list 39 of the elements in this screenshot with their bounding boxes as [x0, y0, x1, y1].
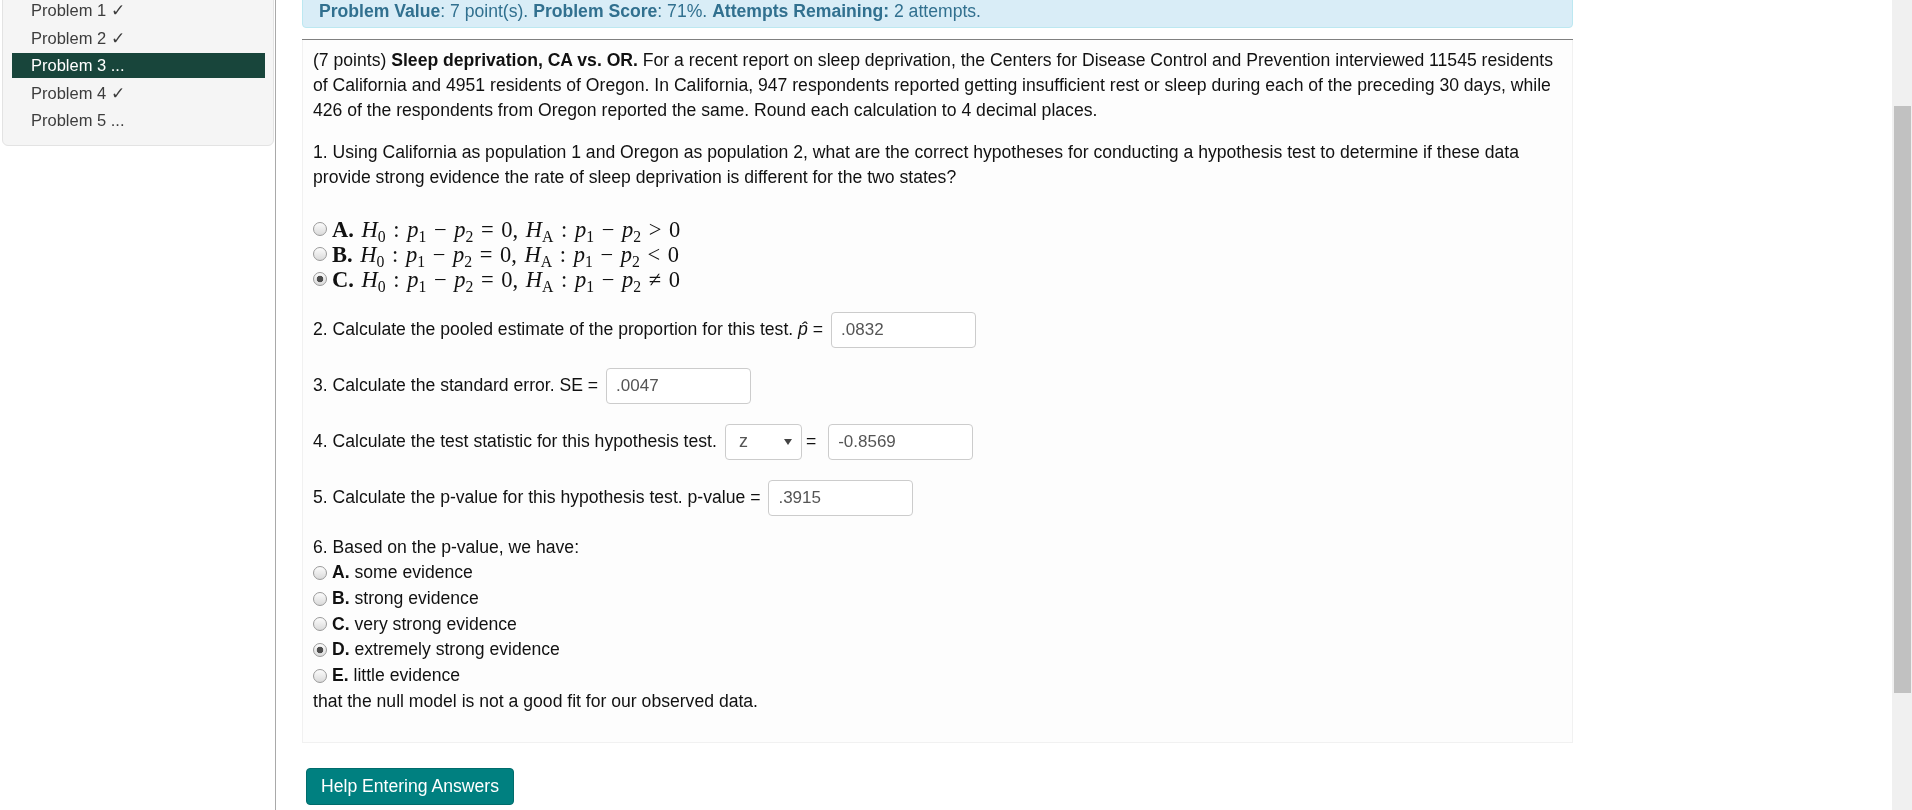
option-label: A. some evidence — [332, 561, 473, 585]
caret-icon — [783, 438, 792, 445]
radio-button[interactable] — [313, 591, 327, 606]
scrollbar-thumb[interactable] — [1894, 106, 1911, 693]
answer-field[interactable]: -0.8569 — [828, 423, 974, 460]
problem-link[interactable]: Problem 4 ✓ — [12, 80, 265, 106]
equals-sign: = — [805, 430, 817, 453]
radio-button[interactable] — [313, 222, 327, 236]
problem-link[interactable]: Problem 2 ✓ — [12, 25, 265, 51]
question-text: 5. Calculate the p-value for this hypothesis test. p-value = — [313, 486, 761, 509]
help-entering-answers-button[interactable]: Help Entering Answers — [306, 768, 514, 806]
option-label: E. little evidence — [332, 664, 461, 687]
radio-button[interactable] — [313, 247, 327, 261]
problem-status-text: Problem Value: 7 point(s). Problem Score: 71%. Attempts Remaining: 2 attempts. — [319, 1, 981, 21]
answer-field[interactable]: .0832 — [831, 311, 977, 348]
radio-button[interactable] — [313, 566, 327, 581]
radio-button[interactable] — [313, 643, 327, 658]
option-label: C. very strong evidence — [332, 612, 517, 636]
radio-button[interactable] — [313, 272, 327, 286]
option-label: B. strong evidence — [332, 586, 479, 610]
problem-link[interactable]: Problem 3 ... — [12, 53, 265, 78]
question-text: 4. Calculate the test statistic for this hypothesis test. — [313, 430, 717, 453]
radio-button[interactable] — [313, 668, 327, 683]
answer-field[interactable]: .3915 — [768, 479, 914, 516]
statistic-dropdown[interactable]: z — [724, 423, 802, 460]
question-text: 3. Calculate the standard error. SE = — [313, 374, 599, 397]
problem-link[interactable]: Problem 1 ✓ — [12, 0, 265, 23]
question-text: 2. Calculate the pooled estimate of the proportion for this test. p̂ = — [313, 318, 824, 341]
question-text: 1. Using California as population 1 and Oregon as population 2, what are the correct hypotheses for conducting a hypothesis test to determine if these data provide strong evidence the rate of sleep deprivation is different for the two states? — [313, 141, 1520, 189]
radio-button[interactable] — [313, 617, 327, 632]
question-text: 6. Based on the p-value, we have: — [313, 535, 581, 559]
problem-link[interactable]: Problem 5 ... — [12, 108, 265, 133]
option-label: A. H$_{0}$ : p$_{1}$ − p$_{2}$ = 0, H$_{A}$ : p$_{1}$ − p$_{2}$ > 0 — [332, 216, 681, 242]
problem-statement: (7 points) Sleep deprivation, CA vs. OR. For a recent report on sleep deprivation, the Centers for Disease Control and Prevention interviewed 11545 residents of California and 4951 residents of Oregon. In California, 947 respondents reported getting insufficient rest or sleep during each of the preceding 30 days, while 426 of the respondents from Oregon reported the same. Round each calculation to 4 decimal places. — [313, 49, 1554, 122]
answer-field[interactable]: .0047 — [606, 367, 752, 404]
option-label: D. extremely strong evidence — [332, 638, 560, 662]
option-label: B. H$_{0}$ : p$_{1}$ − p$_{2}$ = 0, H$_{A}$ : p$_{1}$ − p$_{2}$ < 0 — [332, 241, 680, 267]
option-label: C. H$_{0}$ : p$_{1}$ − p$_{2}$ = 0, H$_{A}$ : p$_{1}$ − p$_{2}$ ≠ 0 — [332, 266, 680, 292]
question-text: that the null model is not a good fit for our observed data. — [313, 689, 759, 713]
